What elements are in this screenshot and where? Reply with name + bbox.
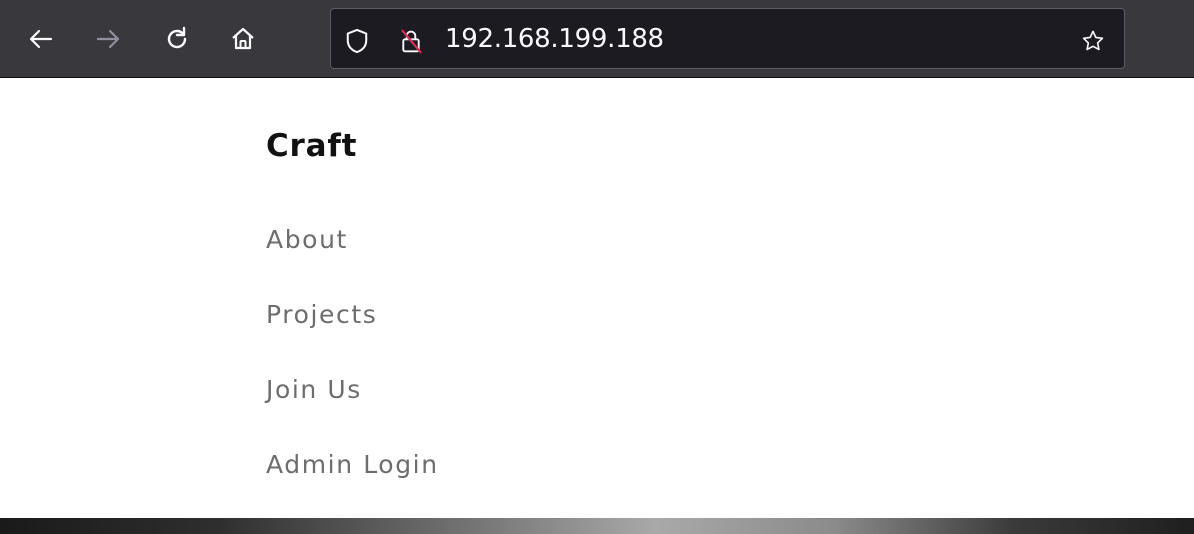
nav-item-projects: Projects (266, 293, 439, 368)
url-bar[interactable]: 192.168.199.188 (330, 8, 1125, 69)
reload-icon (163, 25, 191, 53)
nav-item-admin-login: Admin Login (266, 443, 439, 518)
nav-link-join-us[interactable]: Join Us (266, 368, 362, 412)
site-nav-menu: About Projects Join Us Admin Login (266, 218, 439, 518)
url-text[interactable]: 192.168.199.188 (445, 24, 664, 54)
hero-image-strip (0, 518, 1194, 534)
forward-arrow-icon (95, 25, 123, 53)
browser-toolbar: 192.168.199.188 (0, 0, 1194, 78)
nav-link-admin-login[interactable]: Admin Login (266, 443, 439, 487)
home-icon (229, 25, 257, 53)
site-brand-title[interactable]: Craft (266, 128, 357, 164)
nav-link-projects[interactable]: Projects (266, 293, 377, 337)
nav-link-about[interactable]: About (266, 218, 348, 262)
insecure-connection-lock-icon[interactable] (399, 29, 423, 54)
nav-item-about: About (266, 218, 439, 293)
tracking-protection-shield-icon[interactable] (345, 28, 369, 54)
back-button[interactable] (23, 22, 57, 56)
home-button[interactable] (226, 22, 260, 56)
web-page: Craft About Projects Join Us Admin Login (0, 78, 1194, 518)
bookmark-star-icon[interactable] (1081, 29, 1105, 53)
back-arrow-icon (26, 25, 54, 53)
nav-item-join-us: Join Us (266, 368, 439, 443)
forward-button[interactable] (92, 22, 126, 56)
reload-button[interactable] (160, 22, 194, 56)
